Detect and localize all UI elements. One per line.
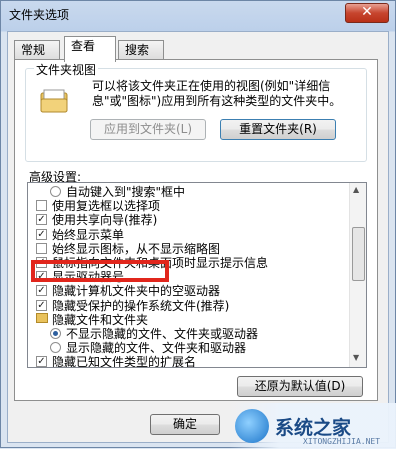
close-button[interactable]: ✕ bbox=[345, 3, 389, 23]
reset-folders-button[interactable]: 重置文件夹(R) bbox=[220, 119, 336, 140]
highlight-box bbox=[31, 260, 169, 282]
advanced-setting-label: 隐藏受保护的操作系统文件(推荐) bbox=[52, 298, 230, 313]
checkbox[interactable]: ✓ bbox=[36, 299, 47, 311]
tab-search[interactable]: 搜索 bbox=[118, 40, 164, 60]
scroll-thumb[interactable] bbox=[352, 227, 365, 281]
radio-button[interactable] bbox=[50, 328, 61, 339]
window-title: 文件夹选项 bbox=[9, 8, 70, 22]
advanced-setting-label: 隐藏已知文件类型的扩展名 bbox=[52, 355, 197, 368]
checkbox[interactable] bbox=[36, 200, 47, 212]
advanced-setting-label: 使用复选框以选择项 bbox=[52, 199, 161, 214]
watermark: 系统之家 XITONGZHIJIA.NET bbox=[229, 403, 396, 449]
advanced-setting-label: 使用共享向导(推荐) bbox=[52, 213, 158, 228]
advanced-setting-label: 隐藏计算机文件夹中的空驱动器 bbox=[52, 284, 221, 299]
advanced-setting-label: 隐藏文件和文件夹 bbox=[52, 312, 149, 327]
checkbox[interactable]: ✓ bbox=[36, 214, 47, 226]
folder-icon bbox=[36, 312, 48, 323]
dialog-body: 常规 查看 搜索 文件夹视图 可以将该文件夹正在使用的视图(例如"详细信息"或"… bbox=[7, 31, 389, 443]
advanced-setting-label: 自动键入到"搜索"框中 bbox=[66, 185, 186, 199]
ok-button[interactable]: 确定 bbox=[150, 414, 220, 435]
checkbox[interactable] bbox=[36, 242, 47, 254]
folder-views-description: 可以将该文件夹正在使用的视图(例如"详细信息"或"图标")应用到所有这种类型的文… bbox=[92, 79, 342, 108]
tab-view[interactable]: 查看 bbox=[64, 36, 116, 62]
scroll-up-icon[interactable]: ▲ bbox=[353, 185, 359, 194]
watermark-subtext: XITONGZHIJIA.NET bbox=[303, 437, 381, 446]
scroll-down-icon[interactable]: ▼ bbox=[353, 353, 359, 362]
view-tab-panel: 文件夹视图 可以将该文件夹正在使用的视图(例如"详细信息"或"图标")应用到所有… bbox=[14, 59, 378, 401]
radio-button[interactable] bbox=[50, 342, 61, 354]
advanced-setting-label: 不显示隐藏的文件、文件夹或驱动器 bbox=[66, 327, 259, 341]
folder-views-group: 文件夹视图 可以将该文件夹正在使用的视图(例如"详细信息"或"图标")应用到所有… bbox=[25, 61, 367, 162]
folder-options-window: 文件夹选项 ✕ 常规 查看 搜索 文件夹视图 可以将该文件夹正在使用的视图(例如… bbox=[0, 0, 396, 449]
restore-defaults-button[interactable]: 还原为默认值(D) bbox=[237, 376, 363, 397]
watermark-logo-icon bbox=[235, 409, 269, 443]
advanced-setting-label: 始终显示菜单 bbox=[52, 227, 125, 242]
folder-icon bbox=[40, 89, 68, 113]
checkbox[interactable]: ✓ bbox=[36, 228, 47, 240]
advanced-setting-label: 始终显示图标，从不显示缩略图 bbox=[52, 241, 221, 256]
advanced-settings-scrollbar[interactable]: ▲ ▼ bbox=[349, 183, 366, 367]
tab-general[interactable]: 常规 bbox=[14, 40, 60, 60]
apply-to-folders-button[interactable]: 应用到文件夹(L) bbox=[90, 119, 206, 140]
radio-button[interactable] bbox=[50, 186, 61, 197]
watermark-text: 系统之家 bbox=[275, 417, 352, 439]
checkbox[interactable]: ✓ bbox=[36, 356, 47, 367]
checkbox[interactable]: ✓ bbox=[36, 285, 47, 297]
folder-views-label: 文件夹视图 bbox=[34, 61, 99, 78]
advanced-setting-label: 显示隐藏的文件、文件夹和驱动器 bbox=[66, 341, 247, 356]
